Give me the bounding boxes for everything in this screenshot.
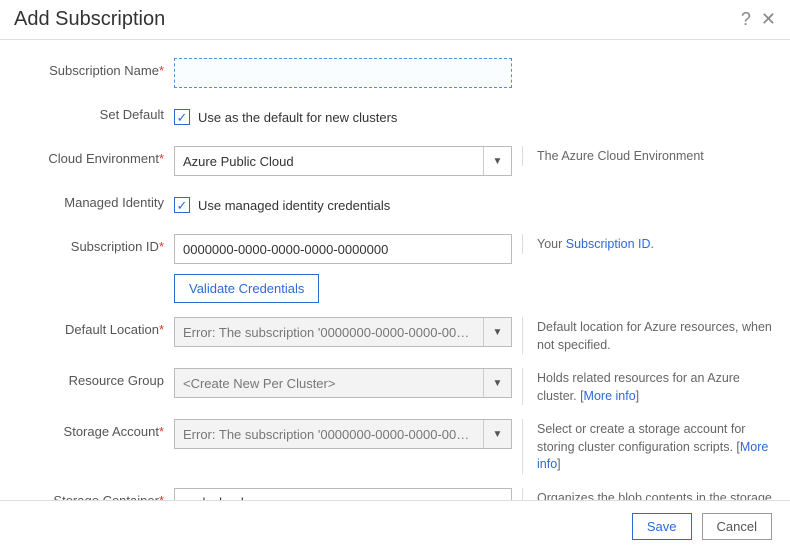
cloud-environment-select[interactable]: Azure Public Cloud ▼ <box>174 146 512 176</box>
row-default-location: Default Location* Error: The subscriptio… <box>14 317 776 354</box>
row-subscription-name: Subscription Name* <box>14 58 776 88</box>
close-icon[interactable]: ✕ <box>761 9 776 30</box>
chevron-down-icon: ▼ <box>483 147 511 175</box>
chevron-down-icon: ▼ <box>483 369 511 397</box>
help-storage-container: Organizes the blob contents in the stora… <box>522 488 776 501</box>
subscription-id-input[interactable] <box>174 234 512 264</box>
row-storage-container: Storage Container* Organizes the blob co… <box>14 488 776 501</box>
subscription-id-link[interactable]: Subscription ID <box>566 237 651 251</box>
managed-identity-checkbox-label: Use managed identity credentials <box>198 198 390 213</box>
resource-group-select[interactable]: <Create New Per Cluster> ▼ <box>174 368 512 398</box>
label-subscription-id: Subscription ID* <box>14 234 174 254</box>
set-default-checkbox-label: Use as the default for new clusters <box>198 110 397 125</box>
row-storage-account: Storage Account* Error: The subscription… <box>14 419 776 474</box>
storage-account-select[interactable]: Error: The subscription '0000000-0000-00… <box>174 419 512 449</box>
required-marker: * <box>159 424 164 439</box>
subscription-name-input[interactable] <box>174 58 512 88</box>
help-subscription-id: Your Subscription ID. <box>522 234 776 254</box>
help-resource-group: Holds related resources for an Azure clu… <box>522 368 776 405</box>
row-resource-group: Resource Group <Create New Per Cluster> … <box>14 368 776 405</box>
header-controls: ? ✕ <box>741 9 776 30</box>
label-default-location: Default Location* <box>14 317 174 337</box>
set-default-checkbox[interactable]: ✓ <box>174 109 190 125</box>
required-marker: * <box>159 239 164 254</box>
required-marker: * <box>159 151 164 166</box>
label-resource-group: Resource Group <box>14 368 174 388</box>
required-marker: * <box>159 493 164 501</box>
dialog-title: Add Subscription <box>14 8 165 31</box>
dialog-header: Add Subscription ? ✕ <box>0 0 790 40</box>
label-managed-identity: Managed Identity <box>14 190 174 210</box>
chevron-down-icon: ▼ <box>483 420 511 448</box>
label-storage-container: Storage Container* <box>14 488 174 501</box>
dialog-body: Subscription Name* Set Default ✓ Use as … <box>0 40 790 500</box>
help-cloud-environment: The Azure Cloud Environment <box>522 146 776 166</box>
label-storage-account: Storage Account* <box>14 419 174 439</box>
help-storage-account: Select or create a storage account for s… <box>522 419 776 474</box>
storage-container-input[interactable] <box>174 488 512 501</box>
row-subscription-id: Subscription ID* Validate Credentials Yo… <box>14 234 776 303</box>
add-subscription-dialog: Add Subscription ? ✕ Subscription Name* … <box>0 0 790 552</box>
label-subscription-name: Subscription Name* <box>14 58 174 78</box>
chevron-down-icon: ▼ <box>483 318 511 346</box>
row-set-default: Set Default ✓ Use as the default for new… <box>14 102 776 132</box>
help-default-location: Default location for Azure resources, wh… <box>522 317 776 354</box>
cancel-button[interactable]: Cancel <box>702 513 772 540</box>
save-button[interactable]: Save <box>632 513 692 540</box>
required-marker: * <box>159 322 164 337</box>
label-set-default: Set Default <box>14 102 174 122</box>
default-location-select[interactable]: Error: The subscription '0000000-0000-00… <box>174 317 512 347</box>
validate-credentials-button[interactable]: Validate Credentials <box>174 274 319 303</box>
row-cloud-environment: Cloud Environment* Azure Public Cloud ▼ … <box>14 146 776 176</box>
resource-group-more-info-link[interactable]: More info <box>584 389 636 403</box>
help-icon[interactable]: ? <box>741 9 751 30</box>
row-managed-identity: Managed Identity ✓ Use managed identity … <box>14 190 776 220</box>
label-cloud-environment: Cloud Environment* <box>14 146 174 166</box>
managed-identity-checkbox[interactable]: ✓ <box>174 197 190 213</box>
required-marker: * <box>159 63 164 78</box>
dialog-footer: Save Cancel <box>0 500 790 552</box>
